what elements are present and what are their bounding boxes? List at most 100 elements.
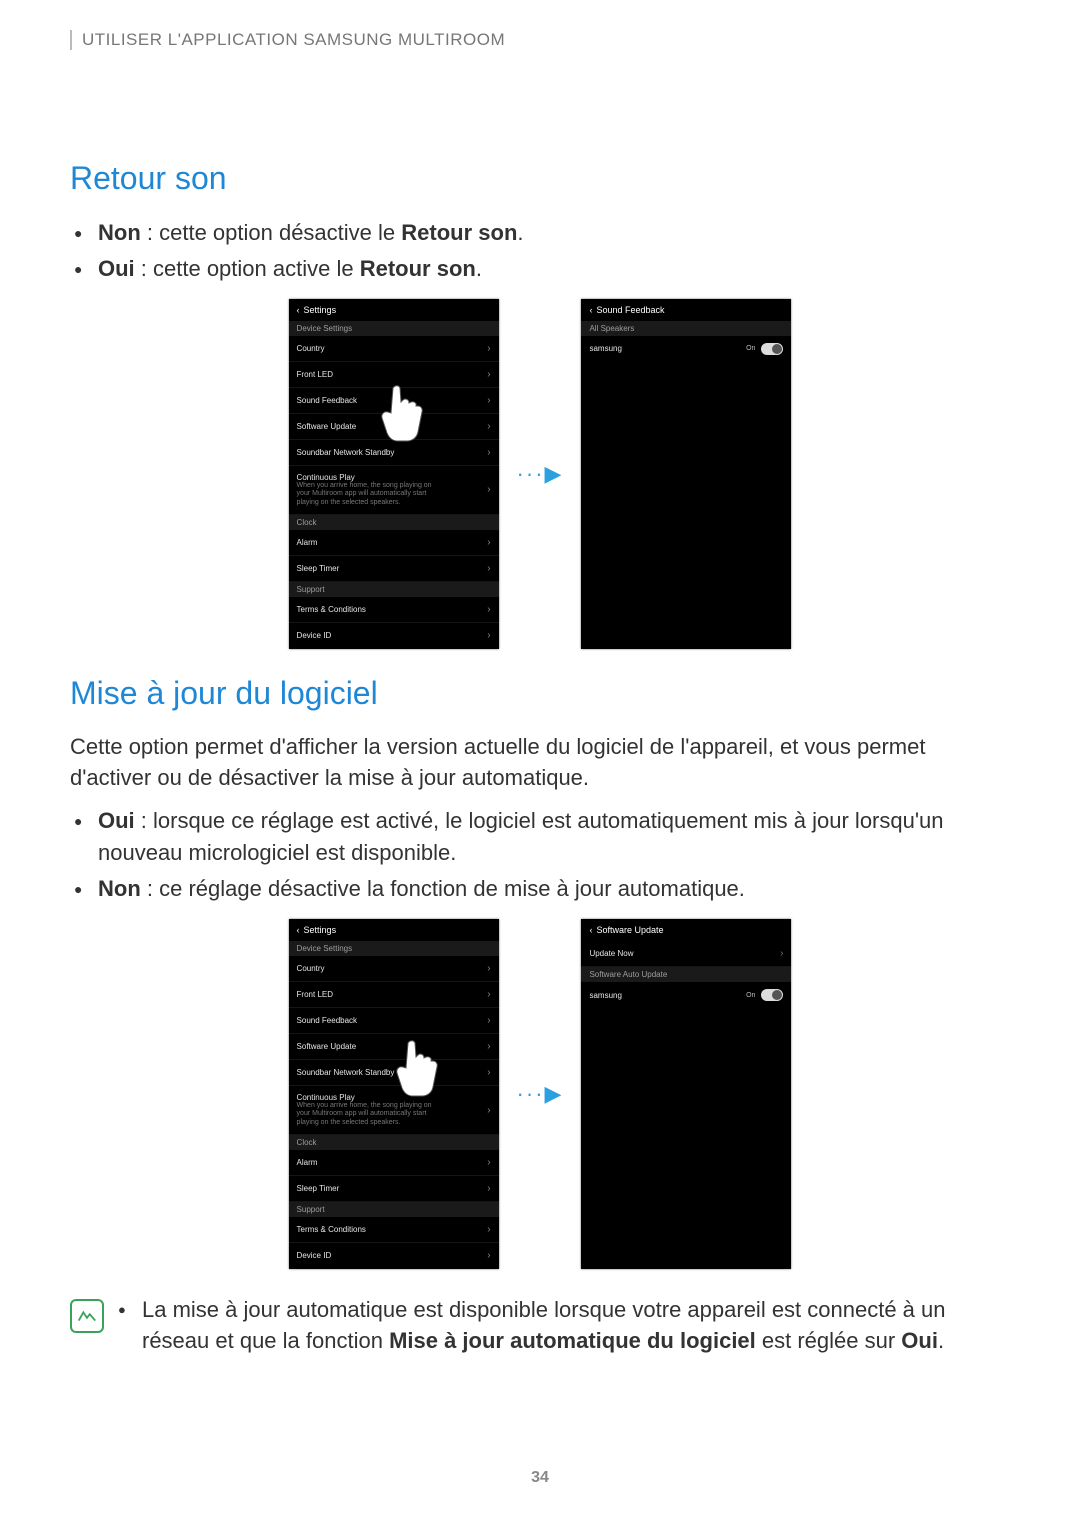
row-country: Country › <box>289 956 499 982</box>
row-label: Sleep Timer <box>297 564 340 573</box>
row-label: Alarm <box>297 1158 318 1167</box>
row-label: samsung <box>589 344 621 353</box>
chevron-right-icon: › <box>487 395 490 406</box>
row-label: Country <box>297 964 325 973</box>
row-label: Update Now <box>589 949 633 958</box>
list-item: Non : cette option désactive le Retour s… <box>98 217 1010 249</box>
chevron-right-icon: › <box>487 343 490 354</box>
row-country: Country › <box>289 336 499 362</box>
chevron-right-icon: › <box>780 948 783 959</box>
row-label: Continuous Play <box>297 1093 447 1102</box>
row-speaker: samsung On <box>581 982 791 1008</box>
text: : lorsque ce réglage est activé, le logi… <box>98 808 944 865</box>
list-mise-a-jour: Oui : lorsque ce réglage est activé, le … <box>70 805 1010 905</box>
phone-header: ‹ Sound Feedback <box>581 299 791 321</box>
row-continuous-play: Continuous PlayWhen you arrive home, the… <box>289 466 499 515</box>
section-header: Clock <box>289 1135 499 1150</box>
phone-title: Software Update <box>596 925 663 935</box>
list-item: Oui : cette option active le Retour son. <box>98 253 1010 285</box>
row-label: Software Update <box>297 1042 357 1051</box>
figure-row-2: ‹ Settings Device Settings Country › Front… <box>70 919 1010 1269</box>
row-label: Alarm <box>297 538 318 547</box>
figure-row-1: ‹Settings Device Settings Country› Front… <box>70 299 1010 649</box>
chevron-right-icon: › <box>487 1183 490 1194</box>
chevron-right-icon: › <box>487 563 490 574</box>
row-label: Country <box>297 344 325 353</box>
phone-header: ‹ Software Update <box>581 919 791 941</box>
row-label: Terms & Conditions <box>297 1225 366 1234</box>
chevron-right-icon: › <box>487 537 490 548</box>
chevron-right-icon: › <box>487 1067 490 1078</box>
phone-title: Sound Feedback <box>596 305 664 315</box>
row-label: Front LED <box>297 370 333 379</box>
toggle-switch-icon <box>761 989 783 1001</box>
note-item: La mise à jour automatique est disponibl… <box>118 1295 1010 1357</box>
bold-term: Mise à jour automatique du logiciel <box>389 1328 756 1353</box>
row-label: Software Update <box>297 422 357 431</box>
row-label: Soundbar Network Standby <box>297 1068 395 1077</box>
chevron-right-icon: › <box>487 447 490 458</box>
row-label: Sleep Timer <box>297 1184 340 1193</box>
row-software-update: Software Update› <box>289 414 499 440</box>
section-header: Software Auto Update <box>581 967 791 982</box>
bold-label: Non <box>98 876 141 901</box>
list-item: Oui : lorsque ce réglage est activé, le … <box>98 805 1010 869</box>
row-label: samsung <box>589 991 621 1000</box>
heading-mise-a-jour: Mise à jour du logiciel <box>70 675 1010 712</box>
text: : cette option active le <box>135 256 360 281</box>
row-software-update: Software Update › <box>289 1034 499 1060</box>
row-terms: Terms & Conditions › <box>289 1217 499 1243</box>
note-icon <box>70 1299 104 1333</box>
document-header: UTILISER L'APPLICATION SAMSUNG MULTIROOM <box>70 30 1010 50</box>
toggle-label: On <box>746 992 755 999</box>
section-header: All Speakers <box>581 321 791 336</box>
row-speaker: samsung On <box>581 336 791 362</box>
row-label: Sound Feedback <box>297 396 358 405</box>
row-label: Device ID <box>297 1251 332 1260</box>
row-continuous-play: Continuous PlayWhen you arrive home, the… <box>289 1086 499 1135</box>
row-sound-feedback: Sound Feedback› <box>289 1008 499 1034</box>
chevron-right-icon: › <box>487 484 490 495</box>
text: . <box>938 1328 944 1353</box>
section-header: Support <box>289 582 499 597</box>
text: . <box>476 256 482 281</box>
row-update-now: Update Now › <box>581 941 791 967</box>
note-block: La mise à jour automatique est disponibl… <box>70 1295 1010 1357</box>
row-alarm: Alarm › <box>289 530 499 556</box>
row-label: Soundbar Network Standby <box>297 448 395 457</box>
chevron-right-icon: › <box>487 1224 490 1235</box>
row-label: Terms & Conditions <box>297 605 366 614</box>
row-sublabel: When you arrive home, the song playing o… <box>297 1102 447 1127</box>
chevron-right-icon: › <box>487 604 490 615</box>
chevron-right-icon: › <box>487 1015 490 1026</box>
bold-term: Retour son <box>360 256 476 281</box>
row-soundbar-network: Soundbar Network Standby › <box>289 440 499 466</box>
bold-term: Oui <box>901 1328 938 1353</box>
text: . <box>517 220 523 245</box>
back-chevron-icon: ‹ <box>589 305 592 315</box>
row-sound-feedback: Sound Feedback › <box>289 388 499 414</box>
row-soundbar-network: Soundbar Network Standby › <box>289 1060 499 1086</box>
section-header: Device Settings <box>289 941 499 956</box>
chevron-right-icon: › <box>487 1250 490 1261</box>
heading-retour-son: Retour son <box>70 160 1010 197</box>
bold-label: Non <box>98 220 141 245</box>
section-header: Support <box>289 1202 499 1217</box>
screenshot-software-update: ‹ Software Update Update Now › Software Au… <box>581 919 791 1269</box>
row-terms: Terms & Conditions › <box>289 597 499 623</box>
chevron-right-icon: › <box>487 1041 490 1052</box>
row-alarm: Alarm› <box>289 1150 499 1176</box>
chevron-right-icon: › <box>487 1105 490 1116</box>
row-label: Front LED <box>297 990 333 999</box>
section-header: Clock <box>289 515 499 530</box>
toggle-label: On <box>746 345 755 352</box>
back-chevron-icon: ‹ <box>297 925 300 935</box>
row-sleep-timer: Sleep Timer › <box>289 556 499 582</box>
row-front-led: Front LED› <box>289 982 499 1008</box>
back-chevron-icon: ‹ <box>589 925 592 935</box>
screenshot-settings-2: ‹ Settings Device Settings Country › Front… <box>289 919 499 1269</box>
section-header: Device Settings <box>289 321 499 336</box>
bold-label: Oui <box>98 808 135 833</box>
chevron-right-icon: › <box>487 963 490 974</box>
phone-title: Settings <box>304 925 337 935</box>
